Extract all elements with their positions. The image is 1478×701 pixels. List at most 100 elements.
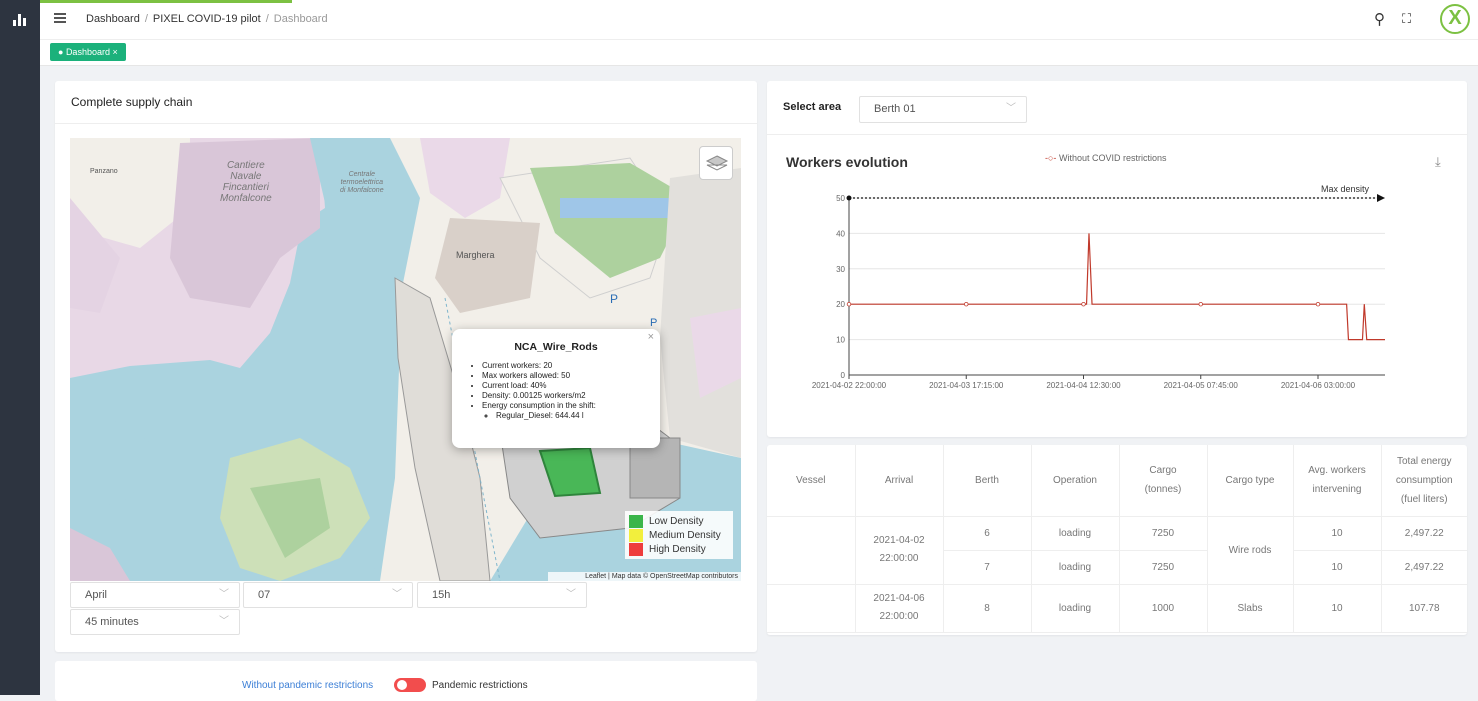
chevron-down-icon: ﹀ <box>392 589 402 600</box>
table-row[interactable]: 2021-04-02 22:00:00 6 loading 7250 Wire … <box>767 516 1467 585</box>
popup-max-workers: Max workers allowed: 50 <box>482 371 660 381</box>
cell-cargo: 1000 <box>1119 584 1208 633</box>
chart-legend-item[interactable]: -○- Without COVID restrictions <box>1045 153 1166 163</box>
series-point <box>1198 301 1203 307</box>
map-label-panzano: Panzano <box>90 168 118 175</box>
month-select[interactable]: April ﹀ <box>70 582 240 608</box>
popup-density: Density: 0.00125 workers/m2 <box>482 391 660 401</box>
y-tick-label: 40 <box>836 229 845 238</box>
without-restrictions-label[interactable]: Without pandemic restrictions <box>242 680 373 691</box>
y-tick-label: 0 <box>841 371 846 380</box>
y-tick-label: 50 <box>836 194 845 203</box>
col-berth[interactable]: Berth <box>943 445 1032 517</box>
cell-workers: 10 <box>1293 584 1382 633</box>
x-tick-label: 2021-04-05 07:45:00 <box>1164 381 1239 390</box>
series-point <box>846 301 852 307</box>
layers-control-button[interactable] <box>699 146 733 180</box>
high-density-swatch <box>629 543 643 556</box>
map-label-centrale: Centrale termoelettrica di Monfalcone <box>340 171 384 194</box>
max-density-label: Max density <box>1321 184 1370 194</box>
cell-berth: 6 <box>943 516 1032 551</box>
col-cargo[interactable]: Cargo (tonnes) <box>1119 445 1208 517</box>
cell-berth: 8 <box>943 584 1032 633</box>
workers-chart-title: Workers evolution <box>786 154 908 170</box>
cell-workers: 10 <box>1293 516 1382 551</box>
month-select-value: April <box>85 589 108 601</box>
series-point <box>1081 301 1086 307</box>
cell-operation: loading <box>1031 550 1120 585</box>
sidebar <box>0 0 40 695</box>
cell-arrival: 2021-04-06 22:00:00 <box>855 584 944 633</box>
max-density-origin <box>846 195 852 201</box>
y-tick-label: 30 <box>836 265 845 274</box>
chevron-down-icon: ﹀ <box>566 589 576 600</box>
cell-workers: 10 <box>1293 550 1382 585</box>
cell-operation: loading <box>1031 584 1120 633</box>
breadcrumb-dashboard[interactable]: Dashboard <box>86 13 140 25</box>
popup-current-workers: Current workers: 20 <box>482 361 660 371</box>
cell-vessel <box>767 584 856 633</box>
day-select-value: 07 <box>258 589 271 601</box>
map-label-cantiere: Cantiere Navale Fincantieri Monfalcone <box>220 160 272 204</box>
chart-legend-label: Without COVID restrictions <box>1058 153 1167 163</box>
popup-energy-item: Regular_Diesel: 644.44 l <box>496 411 660 421</box>
popup-title: NCA_Wire_Rods <box>514 341 598 353</box>
search-icon[interactable]: ⚲ <box>1374 10 1385 28</box>
cell-vessel <box>767 516 856 585</box>
parking-icon: P <box>610 292 618 306</box>
restrictions-toggle[interactable] <box>394 678 426 692</box>
col-workers[interactable]: Avg. workers intervening <box>1293 445 1382 517</box>
chevron-down-icon: ﹀ <box>219 616 229 627</box>
col-operation[interactable]: Operation <box>1031 445 1120 517</box>
tab-dashboard[interactable]: ● Dashboard × <box>50 43 126 61</box>
col-arrival[interactable]: Arrival <box>855 445 944 517</box>
col-cargo-type[interactable]: Cargo type <box>1207 445 1294 517</box>
hour-select-value: 15h <box>432 589 451 601</box>
menu-toggle-icon[interactable] <box>54 12 66 24</box>
download-icon[interactable]: ⤓ <box>1435 154 1441 170</box>
pandemic-restrictions-label[interactable]: Pandemic restrictions <box>432 680 528 691</box>
select-area-label: Select area <box>783 101 842 113</box>
fullscreen-icon[interactable]: ⛶ <box>1402 11 1411 27</box>
loading-progress-bar <box>40 0 292 3</box>
cell-cargo-type: Wire rods <box>1207 516 1294 585</box>
map-label-marghera: Marghera <box>456 250 495 260</box>
svg-text:P: P <box>650 317 657 329</box>
layers-icon <box>705 155 729 171</box>
supply-chain-title: Complete supply chain <box>71 95 193 109</box>
brand-logo: X <box>1440 4 1470 34</box>
cell-cargo: 7250 <box>1119 550 1208 585</box>
tab-dashboard-label: Dashboard <box>65 47 110 57</box>
cargo-table: Vessel Arrival Berth Operation Cargo (to… <box>767 445 1467 633</box>
y-tick-label: 10 <box>836 336 845 345</box>
area-select-value: Berth 01 <box>874 103 916 115</box>
col-vessel[interactable]: Vessel <box>767 445 856 517</box>
table-row[interactable]: 2021-04-06 22:00:00 8 loading 1000 Slabs… <box>767 584 1467 633</box>
breadcrumb-pilot[interactable]: PIXEL COVID-19 pilot <box>153 13 261 25</box>
col-energy[interactable]: Total energy consumption (fuel liters) <box>1381 445 1467 517</box>
cell-operation: loading <box>1031 516 1120 551</box>
popup-current-load: Current load: 40% <box>482 381 660 391</box>
bar-chart-icon[interactable] <box>13 14 27 26</box>
x-tick-label: 2021-04-02 22:00:00 <box>812 381 887 390</box>
restrictions-card: Without pandemic restrictions Pandemic r… <box>55 661 757 701</box>
map-attribution[interactable]: Leaflet | Map data © OpenStreetMap contr… <box>548 572 741 581</box>
cell-cargo: 7250 <box>1119 516 1208 551</box>
top-bar: Dashboard / PIXEL COVID-19 pilot / Dashboard… <box>40 0 1478 40</box>
x-tick-label: 2021-04-06 03:00:00 <box>1281 381 1356 390</box>
popup-energy: Energy consumption in the shift: <box>482 401 596 410</box>
area-select[interactable]: Berth 01 ﹀ <box>859 96 1027 123</box>
popup-close-icon[interactable]: × <box>648 331 654 343</box>
low-density-swatch <box>629 515 643 528</box>
chevron-down-icon: ﹀ <box>1006 103 1016 114</box>
cell-berth: 7 <box>943 550 1032 585</box>
cell-energy: 2,497.22 <box>1381 516 1467 551</box>
interval-select[interactable]: 45 minutes ﹀ <box>70 609 240 635</box>
workers-evolution-chart: 0 10 20 30 40 50 2021-04-02 22:00:00 2021-04-03… <box>812 184 1385 390</box>
cell-energy: 107.78 <box>1381 584 1467 633</box>
hour-select[interactable]: 15h ﹀ <box>417 582 587 608</box>
cell-cargo-type: Slabs <box>1207 584 1294 633</box>
map-popup: × NCA_Wire_Rods Current workers: 20 Max … <box>452 329 660 448</box>
day-select[interactable]: 07 ﹀ <box>243 582 413 608</box>
breadcrumb-current: Dashboard <box>273 13 328 25</box>
